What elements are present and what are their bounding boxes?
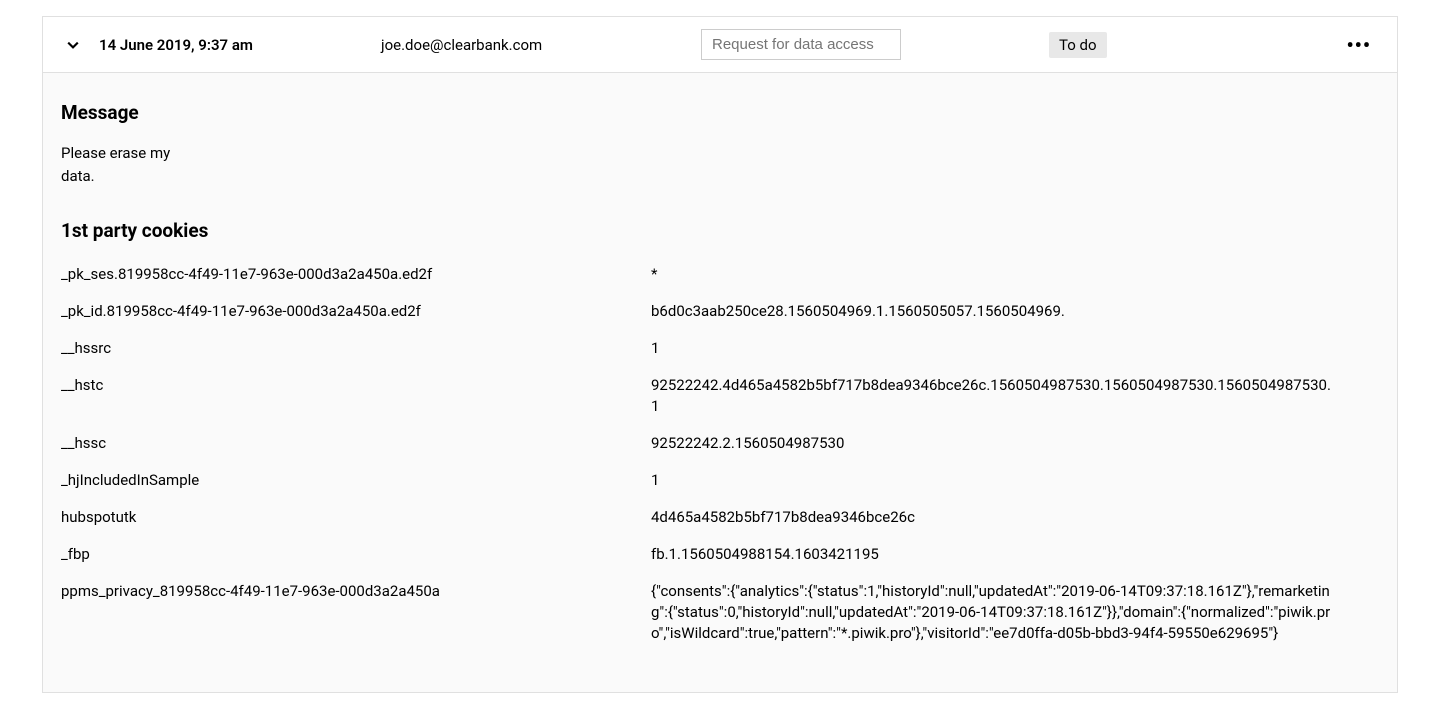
cookie-name: __hssrc: [61, 338, 651, 359]
cookie-name: _fbp: [61, 544, 651, 565]
cookies-heading: 1st party cookies: [61, 219, 1379, 242]
cookie-name: __hssc: [61, 433, 651, 454]
ellipsis-icon: •••: [1346, 33, 1371, 57]
collapse-toggle[interactable]: [61, 33, 85, 57]
cookie-name: _hjIncludedInSample: [61, 470, 651, 491]
request-email: joe.doe@clearbank.com: [367, 36, 667, 54]
message-body: Please erase my data.: [61, 142, 201, 187]
cookie-value: 1: [651, 470, 1379, 491]
cookie-value: 92522242.4d465a4582b5bf717b8dea9346bce26…: [651, 375, 1379, 417]
request-content: Message Please erase my data. 1st party …: [43, 73, 1397, 692]
cookie-name: hubspotutk: [61, 507, 651, 528]
cookie-value: *: [651, 264, 1379, 285]
request-date: 14 June 2019, 9:37 am: [99, 36, 359, 54]
request-header-row: 14 June 2019, 9:37 am joe.doe@clearbank.…: [43, 17, 1397, 73]
cookie-row: __hstc92522242.4d465a4582b5bf717b8dea934…: [61, 367, 1379, 425]
chevron-down-icon: [67, 39, 79, 51]
request-type-input[interactable]: [701, 29, 901, 60]
message-heading: Message: [61, 101, 1379, 124]
cookie-name: _pk_id.819958cc-4f49-11e7-963e-000d3a2a4…: [61, 301, 651, 322]
cookie-row: __hssrc1: [61, 330, 1379, 367]
cookie-name: ppms_privacy_819958cc-4f49-11e7-963e-000…: [61, 581, 651, 644]
cookie-row: _pk_ses.819958cc-4f49-11e7-963e-000d3a2a…: [61, 256, 1379, 293]
cookie-row: _hjIncludedInSample1: [61, 462, 1379, 499]
cookie-name: __hstc: [61, 375, 651, 417]
cookie-value: 1: [651, 338, 1379, 359]
cookie-row: hubspotutk4d465a4582b5bf717b8dea9346bce2…: [61, 499, 1379, 536]
more-actions-button[interactable]: •••: [1338, 33, 1379, 57]
cookie-name: _pk_ses.819958cc-4f49-11e7-963e-000d3a2a…: [61, 264, 651, 285]
cookie-row: __hssc92522242.2.1560504987530: [61, 425, 1379, 462]
cookie-value: b6d0c3aab250ce28.1560504969.1.1560505057…: [651, 301, 1379, 322]
cookie-row: _fbpfb.1.1560504988154.1603421195: [61, 536, 1379, 573]
cookie-value: {"consents":{"analytics":{"status":1,"hi…: [651, 581, 1379, 644]
cookie-value: 4d465a4582b5bf717b8dea9346bce26c: [651, 507, 1379, 528]
cookie-value: fb.1.1560504988154.1603421195: [651, 544, 1379, 565]
cookie-value: 92522242.2.1560504987530: [651, 433, 1379, 454]
cookie-row: ppms_privacy_819958cc-4f49-11e7-963e-000…: [61, 573, 1379, 652]
cookies-table: _pk_ses.819958cc-4f49-11e7-963e-000d3a2a…: [61, 256, 1379, 652]
cookie-row: _pk_id.819958cc-4f49-11e7-963e-000d3a2a4…: [61, 293, 1379, 330]
status-badge: To do: [1049, 32, 1107, 58]
request-panel: 14 June 2019, 9:37 am joe.doe@clearbank.…: [42, 16, 1398, 693]
